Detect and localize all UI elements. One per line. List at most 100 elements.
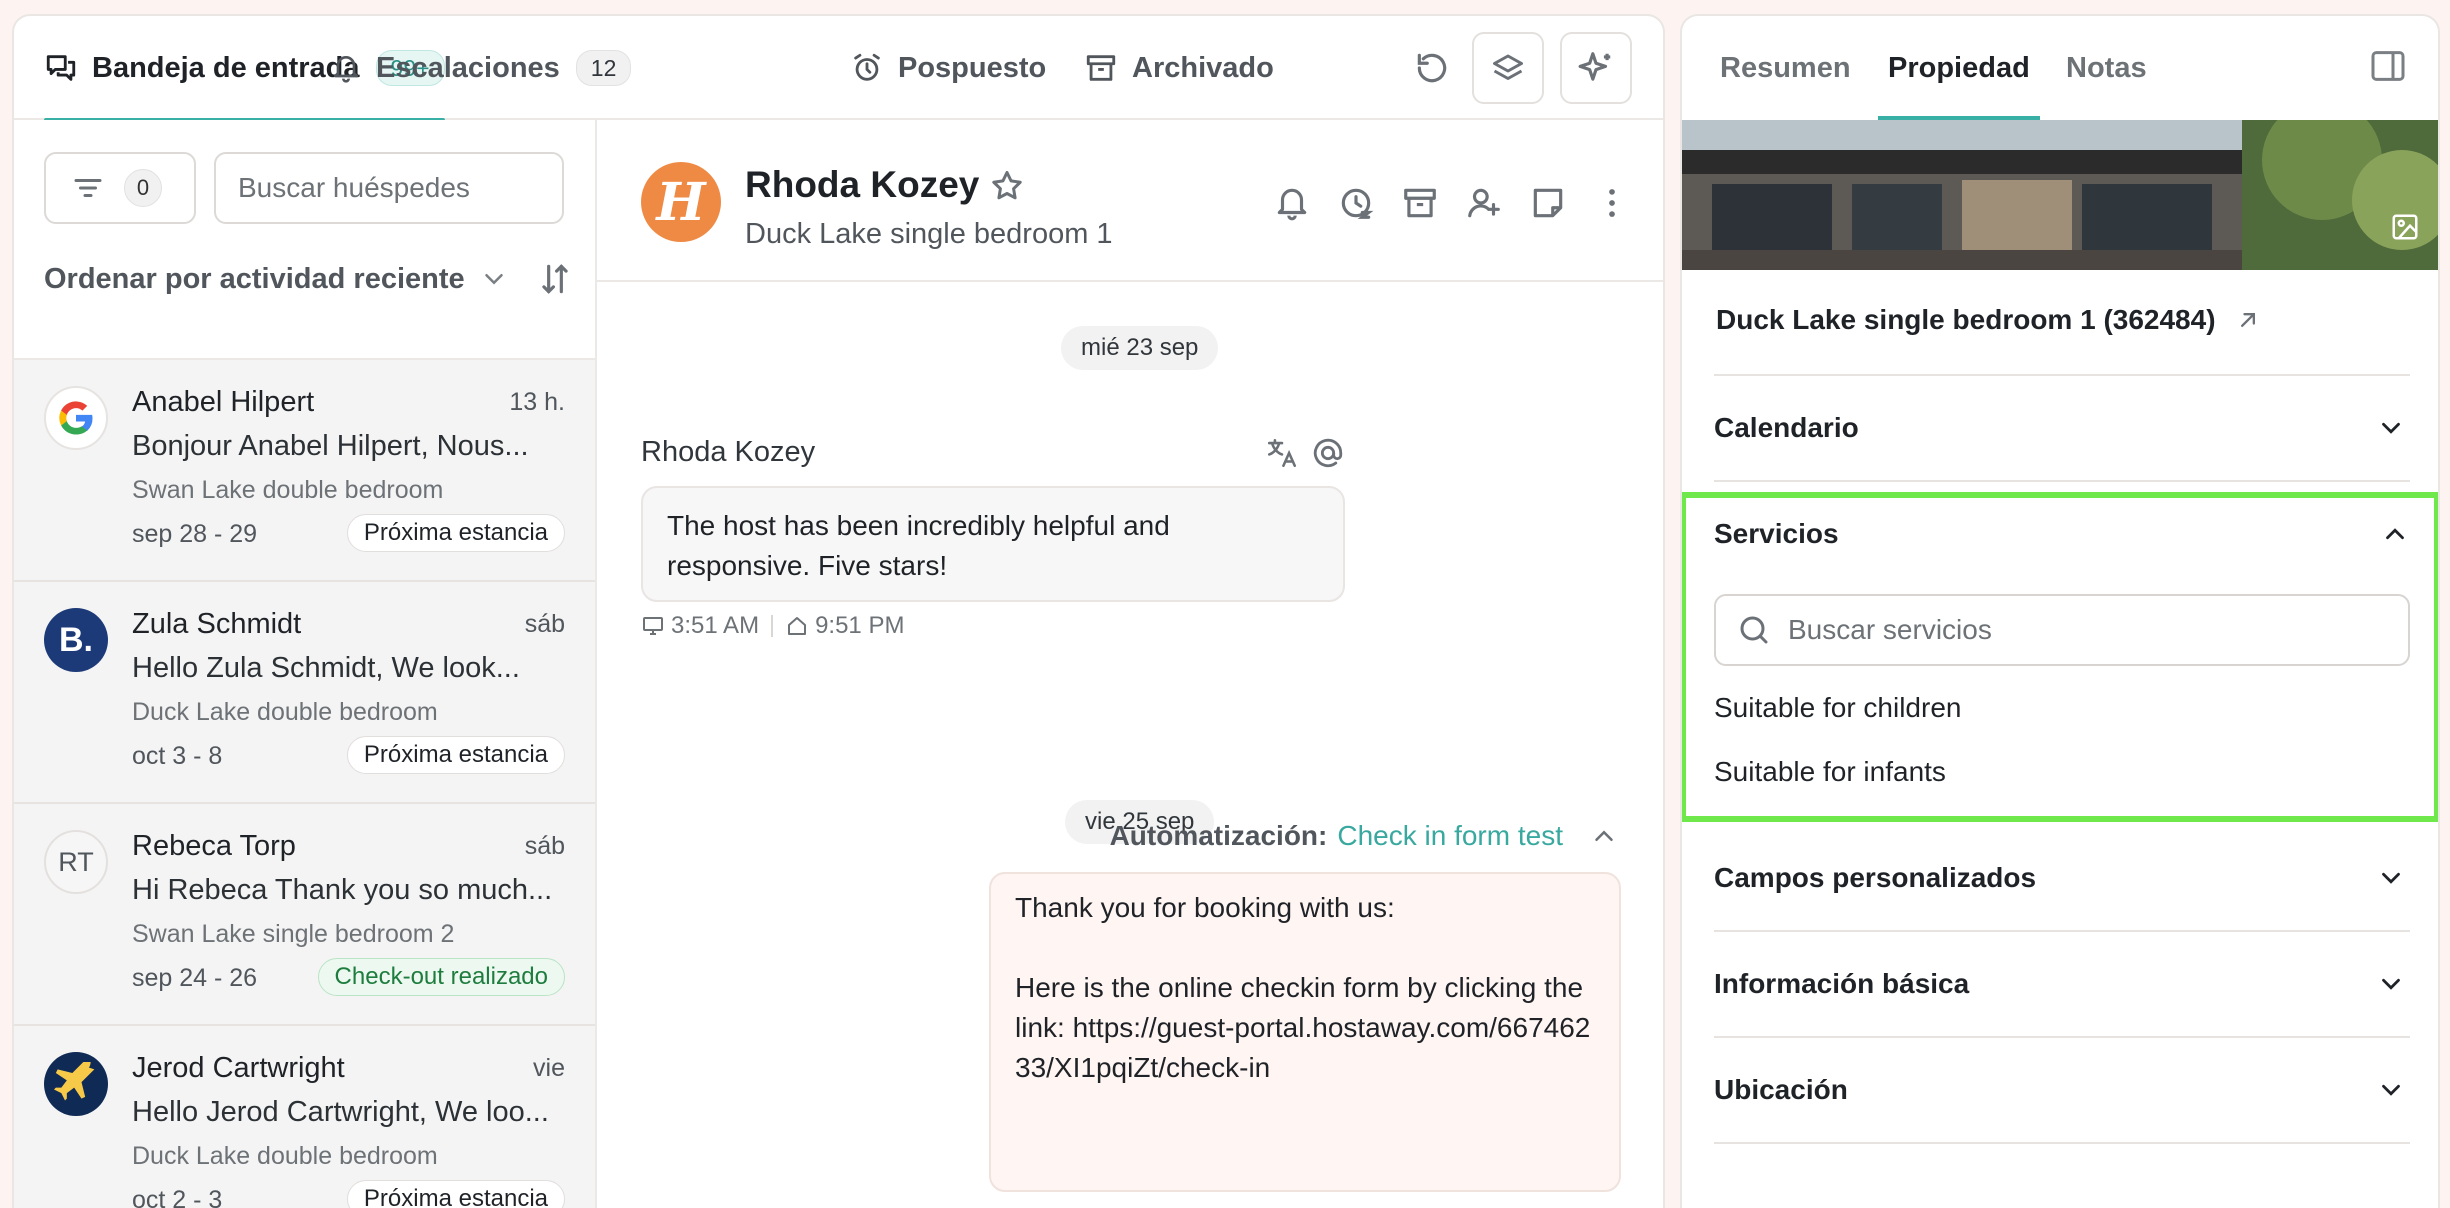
guest-search-input[interactable]	[214, 152, 564, 224]
expedia-icon	[44, 1052, 108, 1116]
panel-toggle-icon[interactable]	[2368, 46, 2408, 86]
status-badge: Próxima estancia	[346, 736, 565, 774]
filter-icon	[70, 170, 106, 206]
alarm-clock-icon	[850, 51, 884, 85]
chat-header: H Rhoda Kozey Duck Lake single bedroom 1	[597, 120, 1663, 282]
status-badge: Próxima estancia	[346, 1180, 565, 1208]
tab-archived-label: Archivado	[1132, 51, 1274, 84]
section-location[interactable]: Ubicación	[1714, 1038, 2410, 1144]
external-link-icon	[2234, 306, 2262, 334]
conversation-time: sáb	[524, 610, 565, 638]
message-preview: Hello Zula Schmidt, We look...	[132, 652, 520, 684]
assign-user-icon[interactable]	[1465, 184, 1503, 222]
listing-name: Duck Lake double bedroom	[132, 698, 438, 726]
guest-name: Anabel Hilpert	[132, 386, 315, 418]
chat-guest-name[interactable]: Rhoda Kozey	[745, 164, 979, 206]
sort-dropdown[interactable]: Ordenar por actividad reciente	[44, 254, 574, 304]
device-icon	[641, 614, 665, 638]
layers-icon	[1490, 50, 1526, 86]
list-item[interactable]: Anabel Hilpert 13 h. Bonjour Anabel Hilp…	[14, 360, 595, 582]
guest-name: Rebeca Torp	[132, 830, 296, 862]
layers-button[interactable]	[1472, 32, 1544, 104]
chevron-down-icon	[479, 264, 509, 294]
conversation-list: 0 Ordenar por actividad reciente Anabel …	[14, 120, 597, 1208]
sort-direction-icon[interactable]	[536, 260, 574, 298]
tab-notes[interactable]: Notas	[2066, 16, 2147, 120]
list-header: 0 Ordenar por actividad reciente	[14, 120, 595, 360]
status-badge: Check-out realizado	[317, 958, 565, 996]
initials-avatar: RT	[44, 830, 108, 894]
section-calendar[interactable]: Calendario	[1714, 376, 2410, 482]
bell-icon	[330, 52, 362, 84]
section-basic-info[interactable]: Información básica	[1714, 932, 2410, 1038]
chevron-up-icon	[2380, 519, 2410, 549]
message-preview: Hello Jerod Cartwright, We loo...	[132, 1096, 549, 1128]
section-services: Servicios Suitable for children Suitable…	[1682, 492, 2438, 824]
snooze-clock-icon[interactable]	[1337, 184, 1375, 222]
property-title-text: Duck Lake single bedroom 1 (362484)	[1716, 304, 2216, 335]
guest-local-time: 3:51 AM	[671, 612, 760, 639]
escalations-count-badge: 12	[575, 50, 632, 86]
tab-snoozed[interactable]: Pospuesto	[850, 16, 1046, 120]
stay-dates: sep 28 - 29	[132, 520, 258, 548]
filter-button[interactable]: 0	[44, 152, 196, 224]
section-custom-fields[interactable]: Campos personalizados	[1714, 826, 2410, 932]
chevron-up-icon[interactable]	[1589, 821, 1619, 851]
search-icon	[1736, 612, 1772, 648]
conversation-time: 13 h.	[509, 388, 565, 416]
service-item: Suitable for children	[1714, 692, 1962, 723]
guest-avatar: H	[641, 162, 721, 242]
chat-thread: H Rhoda Kozey Duck Lake single bedroom 1	[597, 120, 1663, 1208]
tab-property[interactable]: Propiedad	[1878, 16, 2040, 120]
star-icon[interactable]	[989, 168, 1025, 204]
chevron-down-icon	[2376, 969, 2406, 999]
list-item[interactable]: RT Rebeca Torp sáb Hi Rebeca Thank you s…	[14, 804, 595, 1026]
message-preview: Hi Rebeca Thank you so much...	[132, 874, 553, 906]
service-item: Suitable for infants	[1714, 756, 1946, 787]
services-search[interactable]	[1714, 594, 2410, 666]
listing-name: Swan Lake single bedroom 2	[132, 920, 455, 948]
services-search-input[interactable]	[1788, 614, 2388, 646]
host-local-time: 9:51 PM	[815, 612, 905, 639]
date-separator: mié 23 sep	[1061, 326, 1219, 370]
ai-sparkle-button[interactable]	[1560, 32, 1632, 104]
more-vertical-icon[interactable]	[1593, 184, 1631, 222]
conversation-time: sáb	[524, 832, 565, 860]
automation-label: Automatización:	[1109, 820, 1328, 851]
translate-icon[interactable]	[1265, 436, 1299, 470]
stay-dates: sep 24 - 26	[132, 964, 258, 992]
mention-icon[interactable]	[1311, 436, 1345, 470]
refresh-button[interactable]	[1396, 32, 1468, 104]
chat-bubbles-icon	[44, 51, 78, 85]
tab-archived[interactable]: Archivado	[1084, 16, 1274, 120]
side-tabs: Resumen Propiedad Notas	[1682, 16, 2438, 120]
section-basic-info-label: Información básica	[1714, 968, 1970, 999]
section-calendar-label: Calendario	[1714, 412, 1859, 443]
property-title[interactable]: Duck Lake single bedroom 1 (362484)	[1716, 304, 2262, 336]
message-meta: 3:51 AM 9:51 PM	[641, 612, 904, 640]
listing-name: Swan Lake double bedroom	[132, 476, 444, 504]
filter-count: 0	[124, 169, 162, 207]
automation-link[interactable]: Check in form test	[1337, 820, 1563, 852]
chevron-down-icon	[2376, 863, 2406, 893]
tab-summary[interactable]: Resumen	[1720, 16, 1851, 120]
top-nav: Bandeja de entrada 99+ Escalaciones 12 P…	[14, 16, 1663, 122]
inbox-panel: Bandeja de entrada 99+ Escalaciones 12 P…	[12, 14, 1665, 1208]
image-icon[interactable]	[2390, 212, 2420, 242]
archive-icon[interactable]	[1401, 184, 1439, 222]
message-preview: Bonjour Anabel Hilpert, Nous...	[132, 430, 529, 462]
note-icon[interactable]	[1529, 184, 1567, 222]
sort-label: Ordenar por actividad reciente	[44, 262, 465, 295]
section-services-label: Servicios	[1714, 518, 1839, 549]
tab-snoozed-label: Pospuesto	[898, 51, 1047, 84]
booking-icon: B.	[44, 608, 108, 672]
tab-escalations[interactable]: Escalaciones 12	[330, 16, 632, 120]
tab-inbox-label: Bandeja de entrada	[92, 51, 360, 84]
listing-name: Duck Lake double bedroom	[132, 1142, 438, 1170]
list-item[interactable]: B. Zula Schmidt sáb Hello Zula Schmidt, …	[14, 582, 595, 804]
list-item[interactable]: Jerod Cartwright vie Hello Jerod Cartwri…	[14, 1026, 595, 1208]
section-location-label: Ubicación	[1714, 1074, 1848, 1105]
services-header[interactable]: Servicios	[1714, 518, 2410, 550]
property-photo[interactable]	[1682, 120, 2438, 270]
bell-icon[interactable]	[1273, 184, 1311, 222]
